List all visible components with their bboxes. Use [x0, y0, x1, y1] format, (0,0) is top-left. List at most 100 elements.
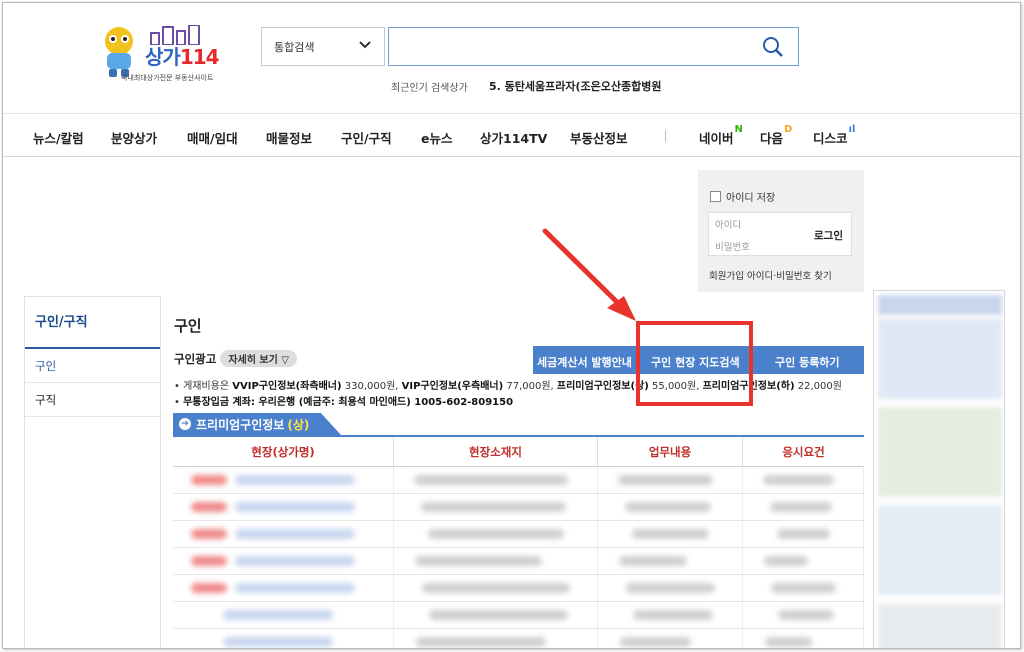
table-cell: [598, 548, 743, 574]
ad-banner[interactable]: [878, 319, 1002, 399]
table-cell: [743, 467, 864, 493]
nav-item-realestate[interactable]: 부동산정보: [570, 128, 628, 147]
redacted-text: [620, 637, 691, 647]
arrow-circle-icon: ➔: [179, 418, 191, 430]
chevron-down-icon: [359, 41, 371, 49]
redacted-text: [778, 610, 834, 620]
table-header: 현장(상가명) 현장소재지 업무내용 응시요건: [173, 437, 864, 467]
nav-item-listings[interactable]: 매물정보: [266, 128, 312, 147]
table-cell: [598, 521, 743, 547]
ad-banner[interactable]: [878, 603, 1002, 648]
tax-invoice-link[interactable]: 세금계산서 발행안내: [537, 354, 632, 370]
ad-banner[interactable]: [878, 295, 1002, 315]
annotation-highlight-box: [636, 321, 753, 406]
redacted-text: [770, 502, 832, 512]
login-button[interactable]: 로그인: [814, 228, 843, 243]
search-box[interactable]: [388, 27, 799, 66]
table-cell: [394, 521, 598, 547]
sidebar-item-hiring[interactable]: 구인: [25, 349, 160, 383]
redacted-text: [771, 583, 836, 593]
redacted-text: [235, 583, 355, 593]
search-icon[interactable]: [762, 36, 784, 58]
ad-banner[interactable]: [878, 505, 1002, 595]
detail-view-button[interactable]: 자세히 보기 ▽: [220, 350, 297, 367]
remember-id-checkbox[interactable]: 아이디 저장: [710, 189, 775, 204]
redacted-text: [223, 637, 333, 647]
mascot-icon: [105, 27, 133, 77]
table-row[interactable]: [173, 521, 864, 548]
table-row[interactable]: [173, 548, 864, 575]
redacted-text: [223, 610, 333, 620]
login-panel: 아이디 저장 아이디 비밀번호 로그인 회원가입 아이디·비밀번호 찾기: [698, 170, 864, 292]
table-cell: [743, 521, 864, 547]
table-row[interactable]: [173, 494, 864, 521]
ad-banner[interactable]: [878, 407, 1002, 497]
table-cell: [173, 494, 394, 520]
redacted-text: [414, 475, 568, 485]
table-row[interactable]: [173, 575, 864, 602]
redacted-text: [235, 475, 355, 485]
logo-wordmark: 상가114: [145, 45, 220, 69]
right-ad-column: [873, 290, 1005, 648]
table-row[interactable]: [173, 467, 864, 494]
ad-section-title: 구인광고 자세히 보기 ▽: [174, 350, 297, 367]
browser-frame: 상가114 국내최대상가전문 부동산사이트 통합검색 최근인기 검색상가 5. …: [2, 2, 1021, 649]
table-cell: [394, 467, 598, 493]
redacted-text: [763, 475, 834, 485]
col-site-name: 현장(상가명): [173, 437, 394, 467]
premium-jobs-tab[interactable]: ➔ 프리미엄구인정보 (상): [173, 413, 341, 435]
main-nav: 뉴스/칼럼 분양상가 매매/임대 매물정보 구인/구직 e뉴스 상가114TV …: [3, 113, 1020, 157]
checkbox-icon[interactable]: [710, 191, 721, 202]
portal-disco-link[interactable]: 디스코ıl: [813, 124, 855, 147]
sidebar-item-jobseeking[interactable]: 구직: [25, 383, 160, 417]
search-scope-label: 통합검색: [274, 40, 315, 54]
sidebar: 구인/구직 구인 구직: [24, 296, 161, 648]
search-input[interactable]: [389, 28, 749, 65]
jobs-table: 현장(상가명) 현장소재지 업무내용 응시요건: [173, 435, 864, 648]
id-field[interactable]: 아이디: [715, 217, 741, 231]
table-cell: [598, 629, 743, 648]
table-cell: [598, 494, 743, 520]
table-cell: [743, 575, 864, 601]
search-scope-select[interactable]: 통합검색: [261, 27, 385, 66]
nav-divider: [665, 130, 666, 142]
popular-label: 최근인기 검색상가: [391, 83, 468, 94]
table-row[interactable]: [173, 629, 864, 648]
nav-item-news[interactable]: 뉴스/칼럼: [33, 128, 84, 147]
nav-item-trade[interactable]: 매매/임대: [187, 128, 238, 147]
table-cell: [394, 575, 598, 601]
redacted-text: [764, 556, 808, 566]
redacted-text: [422, 583, 570, 593]
popular-item-link[interactable]: 5. 동탄세움프라자(조은오산종합병원: [489, 78, 662, 94]
table-cell: [173, 467, 394, 493]
portal-daum-link[interactable]: 다음D: [760, 124, 792, 147]
logo-tagline: 국내최대상가전문 부동산사이트: [121, 74, 214, 82]
signup-find-links[interactable]: 회원가입 아이디·비밀번호 찾기: [709, 268, 832, 282]
table-cell: [598, 602, 743, 628]
redacted-text: [191, 502, 227, 512]
portal-naver-link[interactable]: 네이버N: [699, 124, 743, 147]
redacted-text: [235, 556, 355, 566]
table-cell: [743, 548, 864, 574]
login-fields: 아이디 비밀번호 로그인: [708, 212, 852, 256]
table-cell: [173, 629, 394, 648]
password-field[interactable]: 비밀번호: [715, 239, 750, 253]
table-cell: [394, 494, 598, 520]
redacted-text: [191, 583, 227, 593]
nav-item-enews[interactable]: e뉴스: [421, 128, 452, 147]
sidebar-title: 구인/구직: [25, 297, 160, 349]
register-job-link[interactable]: 구인 등록하기: [775, 354, 840, 370]
redacted-text: [618, 475, 713, 485]
table-cell: [743, 494, 864, 520]
redacted-text: [235, 502, 355, 512]
redacted-text: [619, 556, 687, 566]
redacted-text: [191, 529, 227, 539]
nav-item-presale[interactable]: 분양상가: [111, 128, 157, 147]
site-logo[interactable]: 상가114 국내최대상가전문 부동산사이트: [99, 21, 239, 87]
table-cell: [173, 548, 394, 574]
nav-item-tv[interactable]: 상가114TV: [480, 128, 547, 147]
redacted-text: [191, 556, 227, 566]
nav-item-jobs[interactable]: 구인/구직: [341, 128, 392, 147]
page-title: 구인: [174, 317, 202, 335]
table-row[interactable]: [173, 602, 864, 629]
